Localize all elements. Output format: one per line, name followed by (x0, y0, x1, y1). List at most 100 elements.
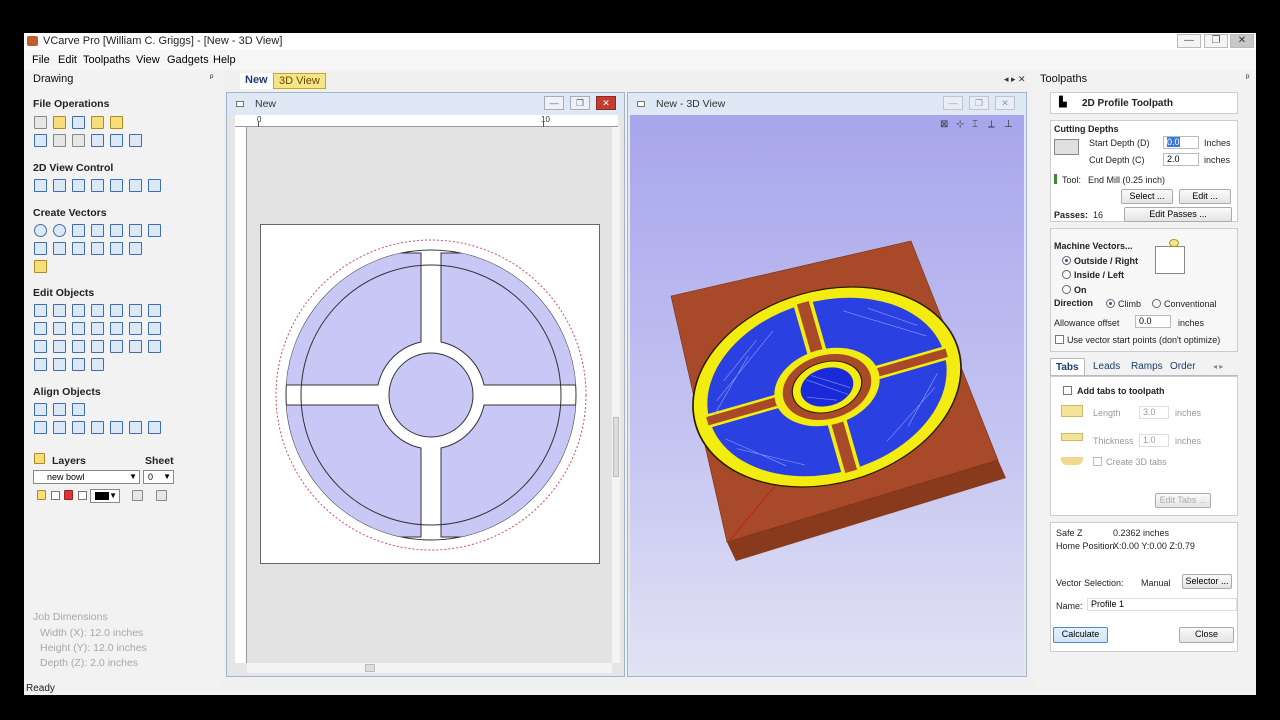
zigzag-icon[interactable] (129, 224, 142, 237)
minimize-button[interactable]: — (1177, 34, 1201, 48)
add-tabs-checkbox[interactable] (1063, 386, 1072, 395)
3d-preview-canvas[interactable]: ⊠ ⊹ ⌶ ⟂ ⊥ (630, 115, 1024, 675)
join-icon[interactable] (148, 322, 161, 335)
menu-edit[interactable]: Edit (58, 54, 77, 66)
curve-to-arc-icon[interactable] (53, 358, 66, 371)
move-icon[interactable] (91, 304, 104, 317)
close-window-button[interactable]: ✕ (1230, 34, 1254, 48)
polyline-icon[interactable] (91, 224, 104, 237)
tab-new[interactable]: New (240, 73, 273, 89)
tab-scroll-arrows[interactable]: ◂ ▸ (1208, 358, 1228, 375)
layer-lock-icon[interactable] (64, 490, 73, 500)
rectangle-icon[interactable] (72, 224, 85, 237)
3d-minimize-button[interactable]: — (943, 96, 963, 110)
undo-icon[interactable] (110, 134, 123, 147)
line-to-arc-icon[interactable] (72, 358, 85, 371)
menu-help[interactable]: Help (213, 54, 236, 66)
layer-checkbox-2[interactable] (78, 491, 87, 500)
import-icon[interactable] (91, 116, 104, 129)
cut-icon[interactable] (53, 134, 66, 147)
menu-gadgets[interactable]: Gadgets (167, 54, 209, 66)
sheet-dropdown[interactable]: 0 ▼ (143, 470, 174, 484)
tab-order[interactable]: Order (1165, 358, 1201, 375)
space-h-icon[interactable] (129, 421, 142, 434)
align-h-center-icon[interactable] (53, 403, 66, 416)
close-button[interactable]: Close (1179, 627, 1234, 643)
layer-visibility-icon[interactable] (37, 490, 46, 500)
cut-depth-input[interactable]: 2.0 (1163, 153, 1199, 166)
climb-radio[interactable] (1106, 299, 1115, 308)
redo-icon[interactable] (129, 134, 142, 147)
text-on-curve-icon[interactable] (72, 242, 85, 255)
align-v-center-icon[interactable] (72, 403, 85, 416)
edit-passes-button[interactable]: Edit Passes ... (1124, 207, 1232, 222)
2d-minimize-button[interactable]: — (544, 96, 564, 110)
transform-icon[interactable] (72, 304, 85, 317)
menu-file[interactable]: File (32, 54, 50, 66)
close-vector-icon[interactable] (148, 340, 161, 353)
3d-restore-button[interactable]: ❐ (969, 96, 989, 110)
align-center-icon[interactable] (34, 403, 47, 416)
nest-icon[interactable] (91, 340, 104, 353)
tab-tabs[interactable]: Tabs (1050, 358, 1085, 375)
paste-icon[interactable] (91, 134, 104, 147)
rotate-icon[interactable] (129, 304, 142, 317)
text-icon[interactable] (53, 242, 66, 255)
center-pocket[interactable] (388, 352, 474, 438)
preview-icon[interactable] (148, 179, 161, 192)
tab-leads[interactable]: Leads (1088, 358, 1125, 375)
menu-view[interactable]: View (136, 54, 160, 66)
weld-icon[interactable] (72, 322, 85, 335)
align-middle-icon[interactable] (110, 421, 123, 434)
new-file-icon[interactable] (34, 116, 47, 129)
start-depth-input[interactable]: 0.0 (1163, 136, 1199, 149)
draw-tool-icon[interactable] (34, 260, 47, 273)
pan-icon[interactable] (34, 179, 47, 192)
offset-icon[interactable] (129, 322, 142, 335)
view-tab-nav[interactable]: ◂ ▸ ✕ (1004, 74, 1026, 85)
unclose-icon[interactable] (34, 358, 47, 371)
allowance-offset-input[interactable]: 0.0 (1135, 315, 1171, 328)
zoom-extents-icon[interactable] (72, 179, 85, 192)
layer-settings-icon[interactable] (156, 490, 167, 501)
space-v-icon[interactable] (148, 421, 161, 434)
tab-3d-view[interactable]: 3D View (273, 73, 326, 89)
smart-smooth-icon[interactable] (34, 340, 47, 353)
align-bottom-icon[interactable] (91, 421, 104, 434)
selector-button[interactable]: Selector ... (1182, 574, 1232, 589)
2d-vertical-scrollbar[interactable] (612, 127, 620, 663)
toolpath-name-input[interactable]: Profile 1 (1087, 598, 1237, 611)
edit-tool-button[interactable]: Edit ... (1179, 189, 1231, 204)
3d-close-button[interactable]: ✕ (995, 96, 1015, 110)
array-icon[interactable] (129, 242, 142, 255)
select-all-icon[interactable] (34, 134, 47, 147)
group-icon[interactable] (34, 322, 47, 335)
scale-icon[interactable] (110, 304, 123, 317)
calculate-button[interactable]: Calculate (1053, 627, 1108, 643)
subtract-icon[interactable] (91, 322, 104, 335)
create-3d-tabs-checkbox[interactable] (1093, 457, 1102, 466)
layer-color-dropdown[interactable]: ▼ (90, 489, 120, 503)
thickness-input[interactable]: 1.0 (1139, 434, 1169, 447)
dimension-icon[interactable] (91, 242, 104, 255)
curve-fit-icon[interactable] (110, 340, 123, 353)
inside-left-radio[interactable] (1062, 270, 1071, 279)
layer-checkbox[interactable] (51, 491, 60, 500)
align-right-icon[interactable] (53, 421, 66, 434)
node-edit-icon[interactable] (53, 304, 66, 317)
align-top-icon[interactable] (72, 421, 85, 434)
align-left-icon[interactable] (34, 421, 47, 434)
restore-button[interactable]: ❐ (1204, 34, 1228, 48)
menu-toolpaths[interactable]: Toolpaths (83, 54, 130, 66)
save-icon[interactable] (72, 116, 85, 129)
curve-icon[interactable] (110, 224, 123, 237)
fillet-icon[interactable] (110, 242, 123, 255)
on-radio[interactable] (1062, 285, 1071, 294)
split-view-icon[interactable] (110, 179, 123, 192)
trim-icon[interactable] (72, 340, 85, 353)
select-tool-button[interactable]: Select ... (1121, 189, 1173, 204)
layer-dropdown[interactable]: new bowl ▼ (33, 470, 140, 484)
ungroup-icon[interactable] (53, 322, 66, 335)
select-pointer-icon[interactable] (34, 304, 47, 317)
export-icon[interactable] (110, 116, 123, 129)
